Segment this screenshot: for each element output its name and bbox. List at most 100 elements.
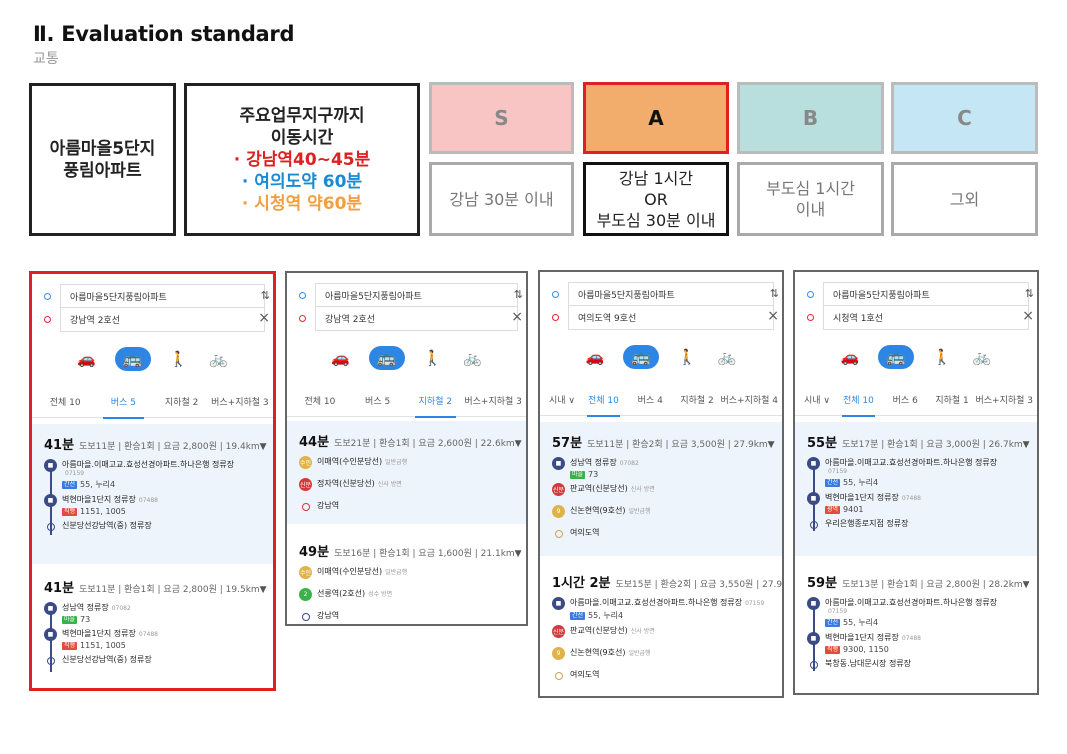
route-time: 44분: [299, 435, 330, 450]
walk-icon[interactable]: 🚶: [167, 349, 191, 369]
tab-all[interactable]: 전체 10: [835, 386, 882, 417]
chevron-down-icon[interactable]: ▼: [1023, 440, 1030, 450]
route-info: 도보17분 | 환승1회 | 요금 3,000원 | 26.7km: [842, 440, 1023, 450]
car-icon[interactable]: 🚗: [583, 347, 607, 367]
destination-input[interactable]: 강남역 2호선 ×: [44, 308, 270, 332]
origin-text: 아름마을5단지풍림아파트: [833, 290, 930, 301]
stop-code: 07488: [901, 635, 921, 642]
car-icon[interactable]: 🚗: [329, 348, 353, 368]
stop-name: 강남역: [317, 611, 340, 620]
tab-bus[interactable]: 버스 6: [882, 386, 929, 416]
bike-icon[interactable]: 🚲: [207, 349, 231, 369]
destination-icon: [47, 523, 55, 531]
bus-icon[interactable]: 🚌: [878, 345, 914, 369]
stop-name: 벽현마을1단지 정류장: [62, 495, 136, 504]
origin-input[interactable]: 아름마을5단지풍림아파트 ⇅: [552, 282, 779, 306]
walk-icon[interactable]: 🚶: [930, 347, 954, 367]
tab-subway[interactable]: 지하철 2: [153, 388, 211, 418]
subway-line-icon: 신분: [299, 478, 312, 491]
walk-icon[interactable]: 🚶: [421, 348, 445, 368]
origin-input[interactable]: 아름마을5단지풍림아파트 ⇅: [299, 283, 523, 307]
stop-name: 신논현역(9호선): [570, 648, 626, 657]
swap-icon[interactable]: ⇅: [261, 289, 270, 302]
destination-icon: [555, 672, 563, 680]
destination-text: 여의도역 9호선: [578, 314, 637, 324]
route-item[interactable]: 49분 도보16분 | 환승1회 | 요금 1,600원 | 21.1km ▼ 수인…: [287, 531, 526, 624]
origin-input[interactable]: 아름마을5단지풍림아파트 ⇅: [44, 284, 270, 308]
region-dropdown[interactable]: 시내 ∨: [799, 386, 835, 416]
route-item[interactable]: 41분 도보11분 | 환승1회 | 요금 2,800원 | 19.5km ▼ ■ 성…: [32, 567, 273, 688]
grade-a-desc: 강남 1시간 OR 부도심 30분 이내: [583, 162, 729, 236]
tab-bus[interactable]: 버스 5: [349, 387, 407, 417]
subway-line-icon: 9: [552, 647, 565, 660]
bus-icon[interactable]: 🚌: [368, 346, 405, 370]
stop-code: 07488: [901, 495, 921, 502]
stop-name: 아름마을.이매고교.효성선경아파트.하나은행 정류장: [825, 458, 998, 467]
close-icon[interactable]: ×: [767, 308, 779, 324]
route-time: 1시간 2분: [552, 576, 611, 591]
origin-dot-icon: [807, 291, 814, 298]
route-item[interactable]: 59분 도보13분 | 환승1회 | 요금 2,800원 | 28.2km ▼ ■ 아…: [795, 562, 1037, 693]
chevron-down-icon[interactable]: ▼: [515, 549, 522, 559]
tab-all[interactable]: 전체 10: [580, 386, 627, 417]
bike-icon[interactable]: 🚲: [715, 347, 739, 367]
stop-direction: 일반급행: [628, 650, 651, 657]
swap-icon[interactable]: ⇅: [514, 288, 523, 301]
subway-line-icon: 수인: [299, 566, 312, 579]
bus-stop-icon: ■: [807, 632, 820, 645]
bus-type-badge: 직행: [62, 641, 78, 650]
grade-b-desc-line2: 이내: [795, 200, 826, 219]
route-item[interactable]: 41분 도보11분 | 환승1회 | 요금 2,800원 | 19.4km ▼ ■ 아…: [32, 424, 273, 564]
region-dropdown[interactable]: 시내 ∨: [544, 386, 580, 416]
bus-type-badge: 간선: [825, 618, 841, 627]
car-icon[interactable]: 🚗: [75, 349, 99, 369]
swap-icon[interactable]: ⇅: [770, 287, 779, 300]
subway-line-icon: 수인: [299, 456, 312, 469]
bus-icon[interactable]: 🚌: [623, 345, 659, 369]
destination-input[interactable]: 강남역 2호선 ×: [299, 307, 523, 331]
close-icon[interactable]: ×: [511, 309, 523, 325]
origin-dot-icon: [44, 293, 51, 300]
tab-bus-subway[interactable]: 버스+지하철 3: [211, 388, 269, 418]
route-time: 55분: [807, 436, 838, 451]
chevron-down-icon[interactable]: ▼: [515, 439, 522, 449]
chevron-down-icon[interactable]: ▼: [260, 585, 267, 595]
route-item[interactable]: 55분 도보17분 | 환승1회 | 요금 3,000원 | 26.7km ▼ ■ 아…: [795, 422, 1037, 556]
tab-bus-subway[interactable]: 버스+지하철 3: [975, 386, 1033, 416]
tab-subway[interactable]: 지하철 1: [929, 386, 976, 416]
close-icon[interactable]: ×: [258, 310, 270, 326]
bus-lines: 1151, 1005: [80, 641, 126, 650]
chevron-down-icon[interactable]: ▼: [1023, 580, 1030, 590]
tab-subway[interactable]: 지하철 2: [407, 387, 465, 418]
route-item[interactable]: 44분 도보21분 | 환승1회 | 요금 2,600원 | 22.6km ▼ 수인…: [287, 421, 526, 524]
subway-line-icon: 2: [299, 588, 312, 601]
swap-icon[interactable]: ⇅: [1025, 287, 1034, 300]
page-title: Ⅱ. Evaluation standard: [33, 22, 295, 46]
chevron-down-icon[interactable]: ▼: [260, 442, 267, 452]
mode-selector: 🚗 🚌 🚶 🚲: [540, 344, 782, 370]
grade-c-desc: 그외: [891, 162, 1038, 236]
commute-gangnam: · 강남역40~45분: [233, 149, 371, 170]
bus-type-badge: 마을: [570, 470, 586, 479]
close-icon[interactable]: ×: [1022, 308, 1034, 324]
route-item[interactable]: 57분 도보11분 | 환승2회 | 요금 3,500원 | 27.9km ▼ ■ 성…: [540, 422, 782, 556]
bike-icon[interactable]: 🚲: [461, 348, 485, 368]
tab-bus[interactable]: 버스 5: [94, 388, 152, 419]
tab-subway[interactable]: 지하철 2: [674, 386, 721, 416]
destination-input[interactable]: 시청역 1호선 ×: [807, 306, 1034, 330]
bike-icon[interactable]: 🚲: [970, 347, 994, 367]
bus-icon[interactable]: 🚌: [114, 347, 151, 371]
chevron-down-icon[interactable]: ▼: [768, 440, 775, 450]
destination-input[interactable]: 여의도역 9호선 ×: [552, 306, 779, 330]
tab-bus[interactable]: 버스 4: [627, 386, 674, 416]
tab-bus-subway[interactable]: 버스+지하철 4: [720, 386, 778, 416]
origin-input[interactable]: 아름마을5단지풍림아파트 ⇅: [807, 282, 1034, 306]
walk-icon[interactable]: 🚶: [675, 347, 699, 367]
car-icon[interactable]: 🚗: [838, 347, 862, 367]
grade-s-desc: 강남 30분 이내: [429, 162, 574, 236]
origin-dot-icon: [299, 292, 306, 299]
tab-all[interactable]: 전체 10: [291, 387, 349, 417]
route-item[interactable]: 1시간 2분도보15분 | 환승2회 | 요금 3,550원 | 27.9km▼…: [540, 562, 782, 696]
tab-all[interactable]: 전체 10: [36, 388, 94, 418]
tab-bus-subway[interactable]: 버스+지하철 3: [464, 387, 522, 417]
